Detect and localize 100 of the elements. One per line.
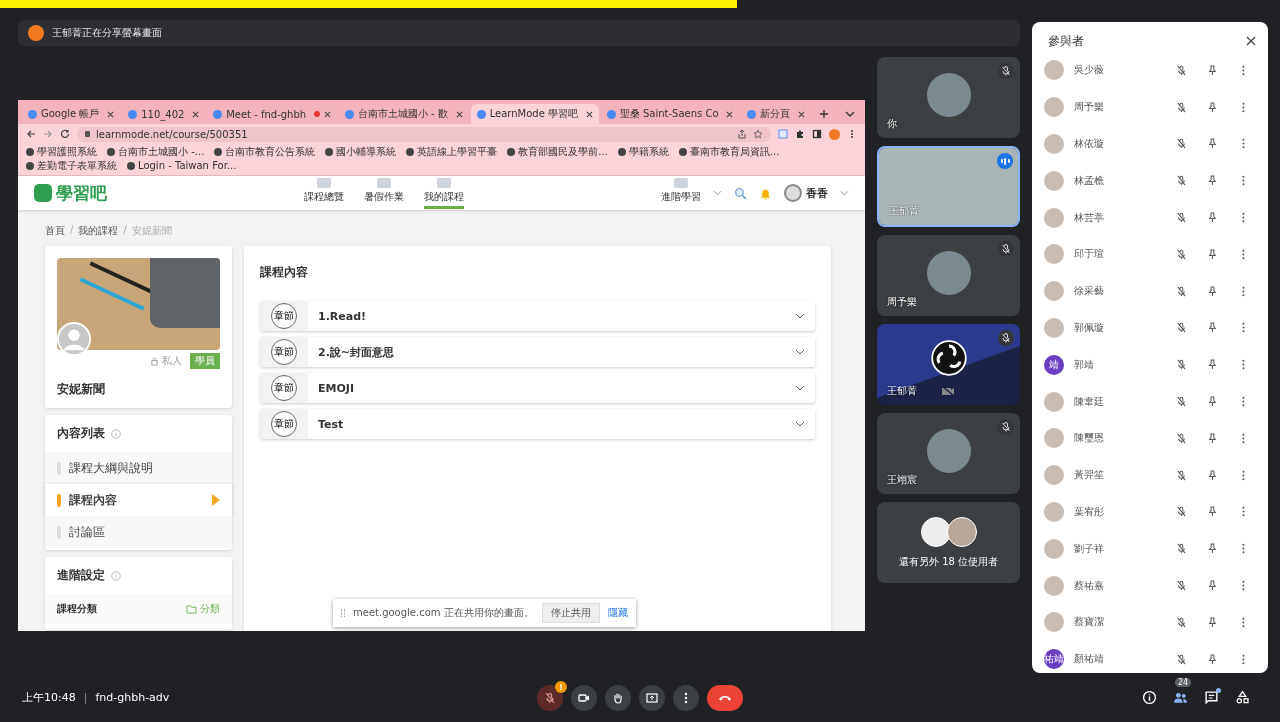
participant-name: 林依璇 (1074, 137, 1105, 151)
avatar-placeholder (1044, 60, 1064, 81)
puzzle-icon[interactable] (795, 129, 805, 139)
browser-tab[interactable]: LearnMode 學習吧 (470, 104, 599, 124)
breadcrumb-link[interactable]: 首頁 (45, 224, 65, 238)
chat-button[interactable] (1204, 690, 1219, 705)
bookmark[interactable]: 英語線上學習平臺 (406, 145, 498, 159)
participant-name: 邱于瑄 (1074, 247, 1105, 262)
participant-name: 黃羿笙 (1074, 468, 1105, 483)
avatar-silhouette-icon (57, 322, 91, 356)
participant-name: 郭靖 (1074, 357, 1095, 372)
participant-name: 陳韋廷 (1074, 394, 1105, 409)
participant-name: 王翊宸 (887, 473, 917, 487)
close-icon[interactable] (455, 110, 463, 118)
more-participants-tile[interactable]: 還有另外 18 位使用者 (877, 502, 1020, 583)
favicon-icon (213, 109, 223, 119)
reload-icon[interactable] (60, 129, 70, 139)
people-icon (1173, 690, 1188, 705)
chapter-row[interactable]: 章節 2.說~封面意思 (260, 337, 815, 367)
content-list-item[interactable]: 課程內容 (45, 484, 232, 516)
chevron-down-icon[interactable] (845, 111, 855, 117)
chevron-down-icon (795, 385, 805, 391)
chapter-row[interactable]: 章節 Test (260, 409, 815, 439)
meeting-time: 上午10:48 (22, 690, 76, 705)
avatar-placeholder (1044, 538, 1064, 559)
activities-icon[interactable] (1235, 690, 1250, 705)
participant-name: 你 (887, 117, 897, 131)
bookmark[interactable]: 差勤電子表單系統 (26, 159, 117, 173)
hide-link[interactable]: 隱藏 (607, 606, 628, 620)
side-panel-icon[interactable] (812, 129, 822, 139)
close-icon[interactable] (798, 110, 805, 118)
course-title: 安妮新聞 (57, 381, 106, 398)
nav-tab[interactable]: 課程總覽 (304, 177, 344, 209)
avatar-placeholder (1044, 465, 1064, 486)
advanced-learning-menu[interactable]: 進階學習 (661, 177, 701, 209)
browser-tab[interactable]: 台南市土城國小 - 歡 (338, 104, 469, 124)
browser-tab[interactable]: 新分頁 (741, 104, 811, 124)
browser-tab[interactable]: Google 帳戶 (22, 104, 121, 124)
share-icon[interactable] (737, 129, 747, 139)
avatar-placeholder (946, 516, 977, 547)
chapter-row[interactable]: 章節 1.Read! (260, 301, 815, 331)
section-title: 課程內容 (260, 264, 309, 281)
present-button[interactable] (639, 684, 665, 711)
participant-name: 蔡寶潔 (1074, 615, 1105, 630)
close-icon[interactable] (1246, 36, 1256, 46)
user-avatar[interactable] (784, 184, 802, 202)
close-icon[interactable] (323, 110, 331, 118)
bookmark[interactable]: 教育部國民及學前... (507, 145, 608, 159)
chevron-down-icon (795, 421, 805, 427)
bookmark[interactable]: 學習護照系統 (26, 145, 97, 159)
new-tab-icon[interactable] (819, 109, 829, 119)
participant-name: 顏祐靖 (1074, 652, 1105, 667)
bookmark[interactable]: 國小輔導系統 (325, 145, 397, 159)
back-icon[interactable] (26, 129, 36, 139)
favicon-icon (606, 109, 616, 119)
bookmark[interactable]: 台南市土城國小 -... (107, 145, 205, 159)
bookmark[interactable]: 學籍系統 (617, 145, 669, 159)
raise-hand-button[interactable] (605, 684, 631, 711)
nav-tab[interactable]: 暑假作業 (364, 177, 404, 209)
card-title: 進階設定 (57, 567, 105, 584)
setting-label: 課程分類 (57, 602, 97, 616)
leave-call-button[interactable] (707, 684, 743, 711)
bookmark[interactable]: Login - Taiwan For... (127, 159, 237, 173)
chevron-down-icon (795, 313, 805, 319)
participant-name: 林孟樵 (1074, 173, 1105, 188)
close-icon[interactable] (192, 110, 200, 118)
avatar-placeholder (1044, 317, 1064, 338)
url-text: learnmode.net/course/500351 (96, 128, 249, 140)
star-icon[interactable] (753, 129, 763, 139)
share-notice-text: meet.google.com 正在共用你的畫面。 (353, 606, 534, 620)
close-icon[interactable] (726, 110, 734, 118)
browser-tab[interactable]: 聖桑 Saint-Saens Co (600, 104, 740, 124)
close-icon[interactable] (107, 110, 115, 118)
chapter-row[interactable]: 章節 EMOJI (260, 373, 815, 403)
chat-icon (1204, 690, 1219, 705)
avatar-placeholder (1044, 391, 1064, 412)
mic-off-icon (543, 690, 557, 705)
close-icon[interactable] (585, 110, 593, 118)
user-name[interactable]: 香香 (806, 185, 828, 201)
participant-name: 陳璽恩 (1074, 431, 1105, 446)
participant-name: 吳少薇 (1074, 63, 1105, 78)
card-title: 內容列表 (57, 425, 105, 442)
participant-name: 林芸葶 (1074, 210, 1105, 225)
present-screen-icon (645, 690, 659, 705)
nav-tab[interactable]: 我的課程 (424, 177, 464, 209)
content-list-item[interactable]: 課程大綱與說明 (45, 452, 232, 484)
content-list-item[interactable]: 討論區 (45, 516, 232, 548)
stop-sharing-button[interactable]: 停止共用 (541, 603, 600, 623)
people-count-badge: 24 (1175, 678, 1192, 687)
bookmark[interactable]: 台南市教育公告系統 (214, 145, 316, 159)
panel-title: 參與者 (1048, 32, 1084, 50)
camera-button[interactable] (571, 684, 597, 711)
bookmark[interactable]: 臺南市教育局資訊... (678, 145, 780, 159)
avatar-placeholder (1044, 501, 1064, 522)
lock-icon (151, 356, 158, 366)
browser-tab[interactable]: 110_402 (122, 104, 206, 124)
participant-name: 周予樂 (1074, 100, 1105, 115)
breadcrumb-link[interactable]: 我的課程 (78, 224, 119, 238)
address-bar[interactable]: learnmode.net/course/500351 (77, 126, 771, 142)
browser-tab[interactable]: Meet - fnd-ghbh (207, 104, 337, 124)
